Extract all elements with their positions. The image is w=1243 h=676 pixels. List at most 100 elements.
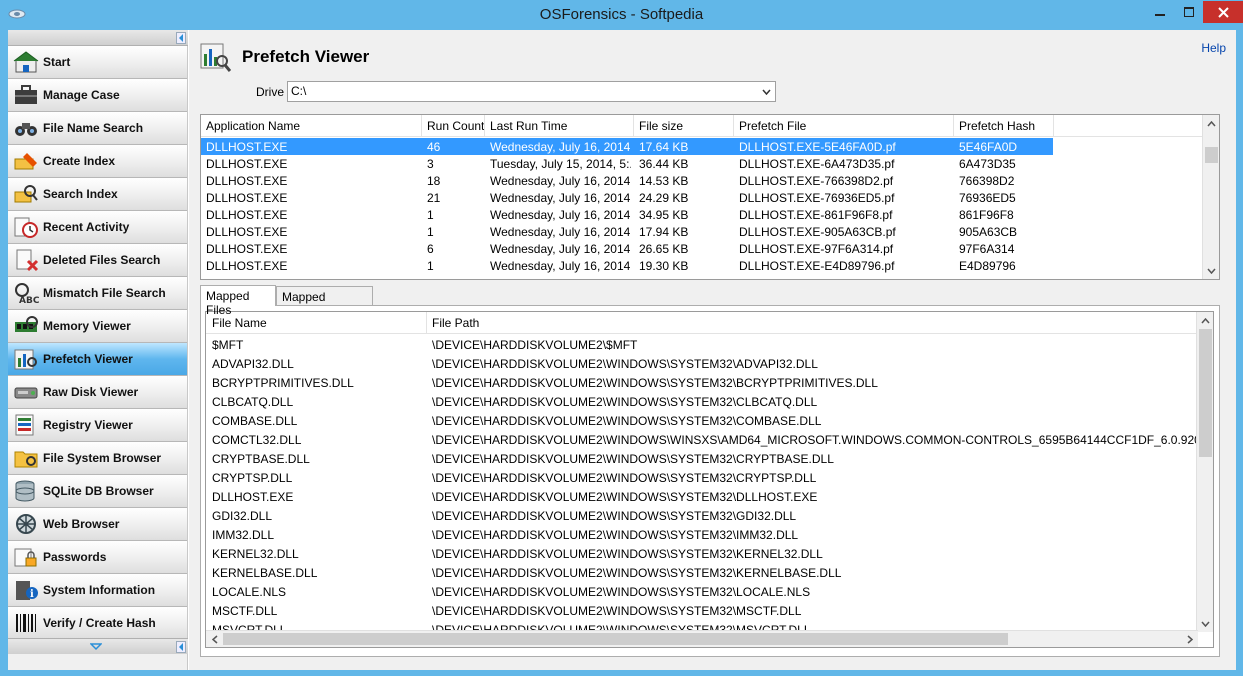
sidebar-item-mismatch-file-search[interactable]: ABC Mismatch File Search <box>8 277 187 310</box>
column-header[interactable]: File size <box>639 119 683 133</box>
table-row[interactable]: DLLHOST.EXE 1 Wednesday, July 16, 2014,...… <box>201 223 1053 240</box>
table-cell: DLLHOST.EXE-76936ED5.pf <box>739 191 895 205</box>
column-header[interactable]: Application Name <box>206 119 300 133</box>
table-cell: DLLHOST.EXE-E4D89796.pf <box>739 259 895 273</box>
table-row[interactable]: DLLHOST.EXE 21 Wednesday, July 16, 2014,..… <box>201 189 1053 206</box>
sidebar-item-memory-viewer[interactable]: Memory Viewer <box>8 310 187 343</box>
column-divider[interactable] <box>633 115 634 137</box>
sidebar-item-web-browser[interactable]: Web Browser <box>8 508 187 541</box>
drive-dropdown-button[interactable] <box>759 84 773 99</box>
sidebar-item-manage-case[interactable]: Manage Case <box>8 79 187 112</box>
table-row[interactable]: DLLHOST.EXE 3 Tuesday, July 15, 2014, 5:..… <box>201 155 1053 172</box>
scroll-left-button[interactable] <box>206 631 223 647</box>
table-cell: 6 <box>427 242 434 256</box>
sidebar-scroll-up[interactable] <box>8 30 188 46</box>
tab-mapped-files[interactable]: Mapped Files <box>200 285 276 317</box>
page-title: Prefetch Viewer <box>242 47 370 66</box>
tab-mapped-directories[interactable]: Mapped Directories <box>276 286 373 318</box>
collapse-sidebar-button[interactable] <box>176 32 186 44</box>
scroll-right-button[interactable] <box>1181 631 1198 647</box>
column-header[interactable]: File Name <box>212 316 267 330</box>
drive-select[interactable]: C:\ <box>287 81 776 102</box>
column-header[interactable]: Run Count <box>427 119 484 133</box>
table-cell: 76936ED5 <box>959 191 1016 205</box>
title-bar[interactable]: OSForensics - Softpedia <box>0 0 1243 30</box>
collapse-sidebar-button-bottom[interactable] <box>176 641 186 653</box>
table-row[interactable]: DLLHOST.EXE 6 Wednesday, July 16, 2014,...… <box>201 240 1053 257</box>
column-divider[interactable] <box>421 115 422 137</box>
scroll-up-button[interactable] <box>1203 115 1219 132</box>
table-row[interactable]: MSCTF.DLL \DEVICE\HARDDISKVOLUME2\WINDOWS… <box>206 602 1197 619</box>
sidebar-item-start[interactable]: Start <box>8 46 187 79</box>
table-row[interactable]: DLLHOST.EXE 1 Wednesday, July 16, 2014,...… <box>201 257 1053 274</box>
table-cell: 861F96F8 <box>959 208 1014 222</box>
table-cell: 14.53 KB <box>639 174 689 188</box>
column-divider[interactable] <box>484 115 485 137</box>
table-row[interactable]: ADVAPI32.DLL \DEVICE\HARDDISKVOLUME2\WIND… <box>206 355 1197 372</box>
sidebar-scroll-down[interactable] <box>8 638 188 654</box>
table-row[interactable]: BCRYPTPRIMITIVES.DLL \DEVICE\HARDDISKVOLU… <box>206 374 1197 391</box>
table-row[interactable]: GDI32.DLL \DEVICE\HARDDISKVOLUME2\WINDOWS… <box>206 507 1197 524</box>
scroll-up-button[interactable] <box>1197 312 1213 329</box>
table-cell: \DEVICE\HARDDISKVOLUME2\WINDOWS\SYSTEM32… <box>432 376 878 390</box>
sidebar-item-prefetch-viewer[interactable]: Prefetch Viewer <box>8 343 187 376</box>
table-row[interactable]: DLLHOST.EXE 18 Wednesday, July 16, 2014,..… <box>201 172 1053 189</box>
table-row[interactable]: DLLHOST.EXE 1 Wednesday, July 16, 2014,...… <box>201 206 1053 223</box>
table-cell: DLLHOST.EXE <box>212 490 294 504</box>
sidebar-item-raw-disk-viewer[interactable]: Raw Disk Viewer <box>8 376 187 409</box>
table-cell: DLLHOST.EXE-5E46FA0D.pf <box>739 140 896 154</box>
sidebar-item-deleted-files-search[interactable]: Deleted Files Search <box>8 244 187 277</box>
table-row[interactable]: $MFT \DEVICE\HARDDISKVOLUME2\$MFT <box>206 336 1197 353</box>
table-cell: \DEVICE\HARDDISKVOLUME2\WINDOWS\SYSTEM32… <box>432 452 834 466</box>
scroll-down-button[interactable] <box>1197 615 1213 632</box>
chevron-down-icon <box>90 643 102 651</box>
column-header[interactable]: Prefetch File <box>739 119 806 133</box>
table-cell: 18 <box>427 174 441 188</box>
table-cell: 5E46FA0D <box>959 140 1018 154</box>
table-cell: DLLHOST.EXE <box>206 140 288 154</box>
table-row[interactable]: DLLHOST.EXE 46 Wednesday, July 16, 2014,..… <box>201 138 1053 155</box>
sidebar-item-search-index[interactable]: Search Index <box>8 178 187 211</box>
table-cell: Wednesday, July 16, 2014,... <box>490 191 631 205</box>
column-header[interactable]: File Path <box>432 316 479 330</box>
mapped-table-header: File Name File Path <box>206 312 1213 334</box>
sidebar-item-passwords[interactable]: Passwords <box>8 541 187 574</box>
sidebar-item-verify-create-hash[interactable]: Verify / Create Hash <box>8 607 187 640</box>
table-row[interactable]: COMCTL32.DLL \DEVICE\HARDDISKVOLUME2\WIND… <box>206 431 1197 448</box>
mapped-hscroll-thumb[interactable] <box>223 633 1008 645</box>
close-button[interactable] <box>1203 1 1243 23</box>
minimize-button[interactable] <box>1145 1 1175 23</box>
table-row[interactable]: KERNELBASE.DLL \DEVICE\HARDDISKVOLUME2\WI… <box>206 564 1197 581</box>
sidebar-item-registry-viewer[interactable]: Registry Viewer <box>8 409 187 442</box>
sidebar-item-sqlite-db-browser[interactable]: SQLite DB Browser <box>8 475 187 508</box>
table-row[interactable]: LOCALE.NLS \DEVICE\HARDDISKVOLUME2\WINDOW… <box>206 583 1197 600</box>
prefetch-vertical-scrollbar[interactable] <box>1202 115 1219 279</box>
sidebar-item-file-system-browser[interactable]: File System Browser <box>8 442 187 475</box>
column-divider[interactable] <box>733 115 734 137</box>
prefetch-scroll-thumb[interactable] <box>1205 147 1218 163</box>
table-cell: MSCTF.DLL <box>212 604 278 618</box>
mapped-scroll-thumb[interactable] <box>1199 329 1212 457</box>
mapped-vertical-scrollbar[interactable] <box>1196 312 1213 632</box>
table-row[interactable]: CRYPTBASE.DLL \DEVICE\HARDDISKVOLUME2\WIN… <box>206 450 1197 467</box>
table-cell: DLLHOST.EXE-766398D2.pf <box>739 174 894 188</box>
table-row[interactable]: IMM32.DLL \DEVICE\HARDDISKVOLUME2\WINDOWS… <box>206 526 1197 543</box>
mapped-horizontal-scrollbar[interactable] <box>206 630 1198 647</box>
table-row[interactable]: KERNEL32.DLL \DEVICE\HARDDISKVOLUME2\WIND… <box>206 545 1197 562</box>
column-divider[interactable] <box>1053 115 1054 137</box>
scroll-down-button[interactable] <box>1203 262 1219 279</box>
sidebar-item-create-index[interactable]: Create Index <box>8 145 187 178</box>
column-header[interactable]: Last Run Time <box>490 119 567 133</box>
sidebar-item-recent-activity[interactable]: Recent Activity <box>8 211 187 244</box>
maximize-button[interactable] <box>1175 1 1203 23</box>
table-row[interactable]: CRYPTSP.DLL \DEVICE\HARDDISKVOLUME2\WINDO… <box>206 469 1197 486</box>
sidebar-item-file-name-search[interactable]: File Name Search <box>8 112 187 145</box>
column-header[interactable]: Prefetch Hash <box>959 119 1035 133</box>
help-link[interactable]: Help <box>1201 41 1226 55</box>
table-row[interactable]: COMBASE.DLL \DEVICE\HARDDISKVOLUME2\WINDO… <box>206 412 1197 429</box>
table-row[interactable]: CLBCATQ.DLL \DEVICE\HARDDISKVOLUME2\WINDO… <box>206 393 1197 410</box>
sidebar-item-system-information[interactable]: i System Information <box>8 574 187 607</box>
table-row[interactable]: DLLHOST.EXE \DEVICE\HARDDISKVOLUME2\WINDO… <box>206 488 1197 505</box>
column-divider[interactable] <box>426 312 427 334</box>
column-divider[interactable] <box>953 115 954 137</box>
